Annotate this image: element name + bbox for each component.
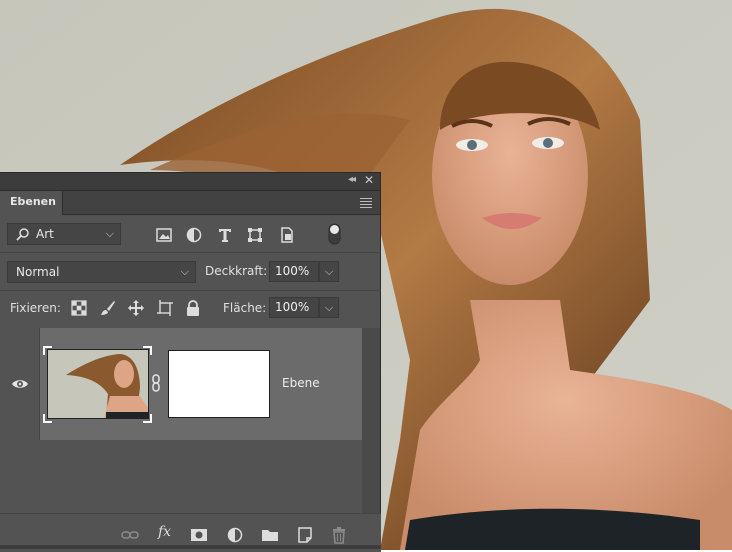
layer-list-scrollbar[interactable] [362,328,380,513]
layer-visibility-column [0,328,40,440]
layer-list: Ebene [0,328,362,513]
opacity-dropdown-button[interactable]: ⌵ [319,261,339,282]
lock-transparent-pixels-icon[interactable] [70,299,88,317]
collapse-panel-button[interactable]: ◂◂ [348,174,356,185]
search-icon [16,228,29,241]
add-mask-icon[interactable] [190,526,208,544]
fill-field[interactable]: 100% [269,297,319,318]
fx-icon[interactable]: fx [158,524,171,540]
shape-filter-icon[interactable] [246,226,264,244]
lock-artboard-icon[interactable] [156,299,174,317]
lock-position-icon[interactable] [127,299,145,317]
fill-label: Fläche: [223,301,267,315]
type-filter-icon[interactable] [216,226,234,244]
layers-panel: ◂◂ ✕ Ebenen Art ⌵ Normal ⌵ Deckkraft: 10… [0,172,381,552]
thumbnail-image [48,350,148,418]
lock-all-icon[interactable] [184,299,202,317]
fill-dropdown-button[interactable]: ⌵ [319,297,339,318]
panel-menu-icon[interactable] [360,198,372,210]
link-layers-icon[interactable] [121,526,139,544]
lock-label: Fixieren: [10,301,61,315]
adjustment-filter-icon[interactable] [185,226,203,244]
panel-titlebar: ◂◂ ✕ [0,173,380,191]
delete-layer-icon[interactable] [330,526,348,544]
chevron-down-icon: ⌵ [105,227,114,240]
eye-icon[interactable] [11,378,29,390]
lock-image-pixels-icon[interactable] [99,299,117,317]
blend-mode-value: Normal [16,265,60,279]
layer-filter-dropdown[interactable]: Art ⌵ [7,223,121,245]
new-group-icon[interactable] [261,526,279,544]
layer-row[interactable]: Ebene [40,328,362,440]
filter-toggle-switch[interactable] [328,223,341,245]
image-filter-icon[interactable] [155,226,173,244]
close-panel-button[interactable]: ✕ [364,173,374,187]
opacity-field[interactable]: 100% [269,261,319,282]
panel-tab-row: Ebenen [0,191,380,215]
mask-link-icon[interactable] [151,374,161,392]
layer-name[interactable]: Ebene [282,376,320,390]
layer-mask-thumbnail[interactable] [168,350,270,418]
tab-layers[interactable]: Ebenen [0,191,63,215]
layer-thumbnail[interactable] [47,349,149,419]
adjustment-layer-icon[interactable] [226,526,244,544]
chevron-down-icon: ⌵ [180,265,189,278]
opacity-label: Deckkraft: [205,264,268,278]
smart-object-filter-icon[interactable] [278,226,296,244]
layer-filter-label: Art [36,227,54,241]
blend-mode-dropdown[interactable]: Normal ⌵ [7,261,196,283]
new-layer-icon[interactable] [296,526,314,544]
